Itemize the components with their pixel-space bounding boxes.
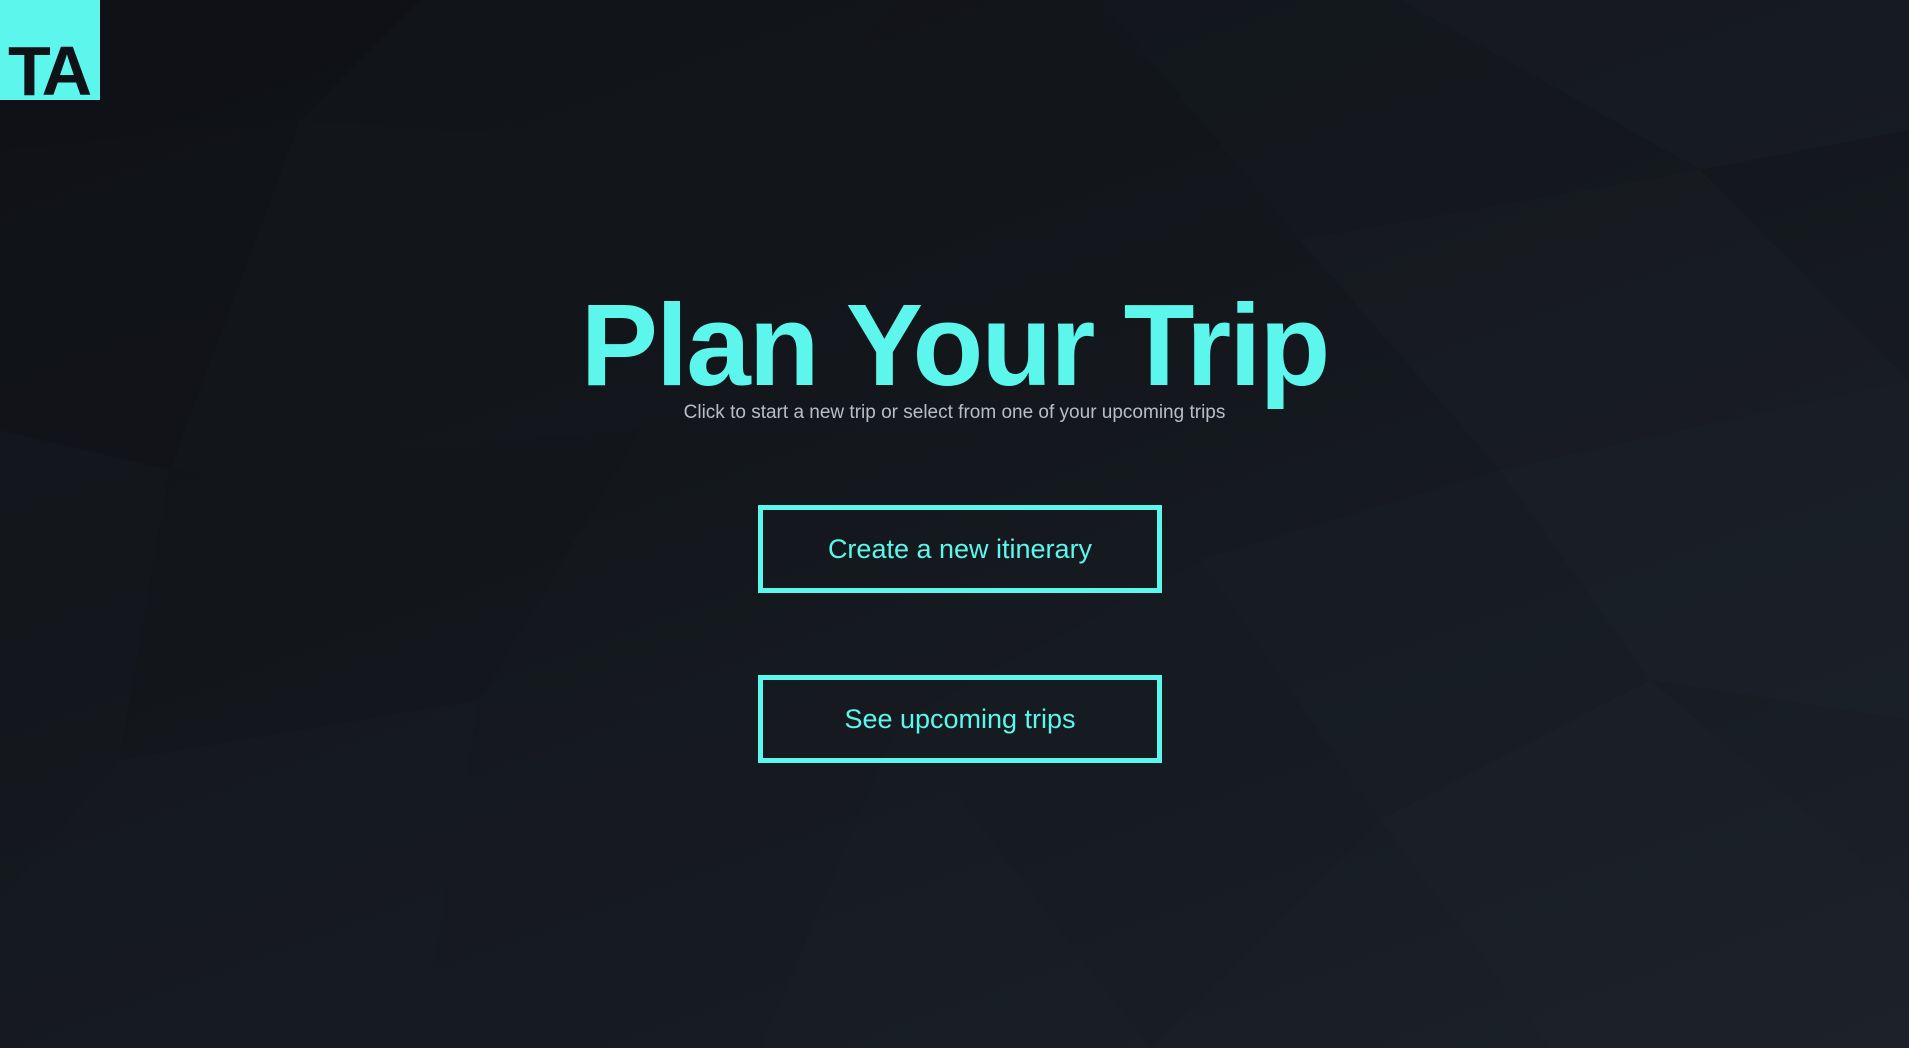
create-itinerary-button[interactable]: Create a new itinerary — [758, 505, 1162, 593]
hero-section: Plan Your Trip Click to start a new trip… — [0, 0, 1909, 1048]
page-title: Plan Your Trip — [580, 280, 1331, 410]
page-subtitle: Click to start a new trip or select from… — [683, 402, 1226, 423]
upcoming-trips-button[interactable]: See upcoming trips — [758, 675, 1162, 763]
logo-text: TA — [8, 32, 92, 100]
brand-logo[interactable]: TA — [0, 0, 100, 100]
